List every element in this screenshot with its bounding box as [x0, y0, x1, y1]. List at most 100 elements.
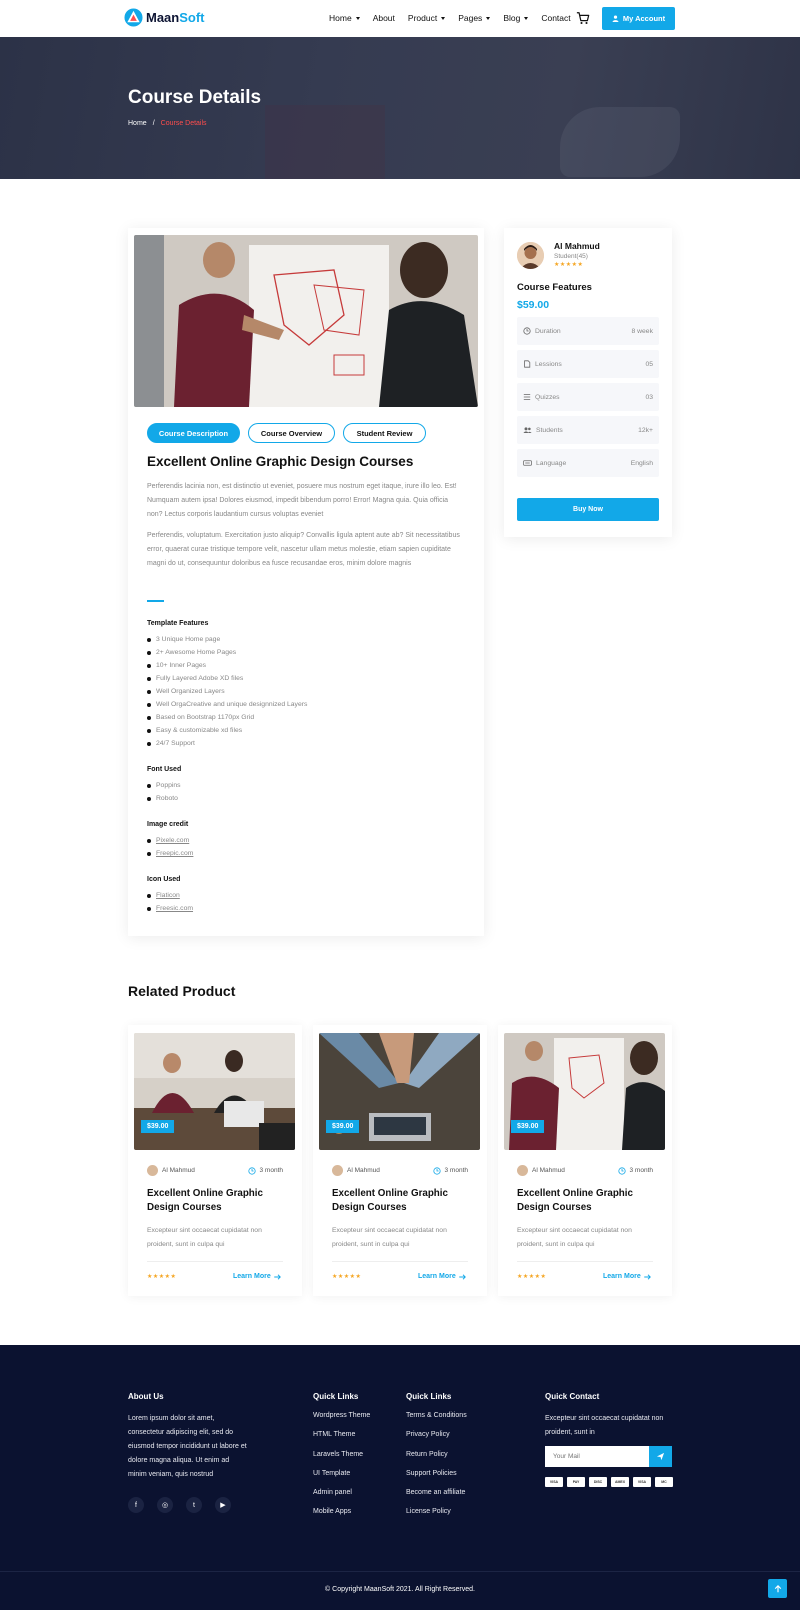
- arrow-right-icon: [643, 1273, 651, 1280]
- nav-pages[interactable]: Pages: [458, 13, 490, 23]
- icon-used-heading: Icon Used: [147, 876, 181, 883]
- footer-links-title: Quick Links: [406, 1392, 452, 1401]
- credit-link[interactable]: Freepic.com: [156, 850, 193, 857]
- footer-link[interactable]: Admin panel: [313, 1489, 370, 1508]
- credit-link[interactable]: Flaticon: [156, 892, 180, 899]
- list-item: 2+ Awesome Home Pages: [147, 646, 307, 659]
- footer-link[interactable]: Become an affiliate: [406, 1489, 467, 1508]
- avatar: [517, 1165, 528, 1176]
- feature-value: 12k+: [638, 426, 653, 434]
- course-features-title: Course Features: [517, 282, 592, 293]
- learn-more-link[interactable]: Learn More: [603, 1273, 652, 1280]
- divider: [332, 1261, 468, 1262]
- user-icon: [612, 15, 619, 22]
- payment-icon: VISA: [633, 1477, 651, 1487]
- related-course-title[interactable]: Excellent Online Graphic Design Courses: [517, 1187, 657, 1215]
- breadcrumb: Home / Course Details: [128, 120, 207, 127]
- my-account-button[interactable]: My Account: [602, 7, 675, 30]
- payment-icon: PAY: [567, 1477, 585, 1487]
- avatar: [147, 1165, 158, 1176]
- payment-methods: VISA PAY DISC AMEX VISA MC: [545, 1477, 673, 1487]
- credit-link[interactable]: Pixele.com: [156, 837, 189, 844]
- nav-about[interactable]: About: [373, 13, 395, 23]
- course-image: [134, 235, 478, 407]
- list-item[interactable]: Pixele.com: [147, 834, 193, 847]
- related-meta: Al Mahmud 3 month: [517, 1165, 653, 1176]
- footer-contact-title: Quick Contact: [545, 1392, 600, 1401]
- list-item: 24/7 Support: [147, 737, 307, 750]
- footer-link[interactable]: Privacy Policy: [406, 1431, 467, 1450]
- nav-blog[interactable]: Blog: [503, 13, 528, 23]
- footer-link[interactable]: UI Template: [313, 1470, 370, 1489]
- footer-divider: [0, 1571, 800, 1572]
- feature-row-language: Language English: [517, 449, 659, 477]
- learn-more-link[interactable]: Learn More: [418, 1273, 467, 1280]
- list-item[interactable]: Freepic.com: [147, 847, 193, 860]
- nav-home[interactable]: Home: [329, 13, 360, 23]
- cart-icon[interactable]: [576, 11, 590, 25]
- related-course-desc: Excepteur sint occaecat cupidatat non pr…: [147, 1227, 262, 1248]
- footer-link[interactable]: Support Policies: [406, 1470, 467, 1489]
- learn-more-label: Learn More: [233, 1273, 271, 1280]
- footer-link[interactable]: Return Policy: [406, 1451, 467, 1470]
- related-card[interactable]: $39.00 Al Mahmud 3 month Excellent Onlin…: [128, 1025, 302, 1296]
- related-course-desc: Excepteur sint occaecat cupidatat non pr…: [517, 1227, 632, 1248]
- feature-row-lessions: Lessions 05: [517, 350, 659, 378]
- font-used-list: Poppins Roboto: [147, 779, 181, 805]
- tab-student-review[interactable]: Student Review: [343, 423, 426, 443]
- page-hero: Course Details Home / Course Details: [0, 37, 800, 179]
- footer-link[interactable]: Mobile Apps: [313, 1508, 370, 1527]
- related-card[interactable]: $39.00 Al Mahmud 3 month Excellent Onlin…: [498, 1025, 672, 1296]
- list-item: Roboto: [147, 792, 181, 805]
- youtube-icon[interactable]: ▶: [215, 1497, 231, 1513]
- tab-course-description[interactable]: Course Description: [147, 423, 240, 443]
- section-divider: [147, 600, 164, 602]
- list-item[interactable]: Freesic.com: [147, 902, 193, 915]
- buy-now-button[interactable]: Buy Now: [517, 498, 659, 521]
- related-course-title[interactable]: Excellent Online Graphic Design Courses: [147, 1187, 287, 1215]
- copyright: © Copyright MaanSoft 2021. All Right Res…: [325, 1586, 475, 1593]
- related-card[interactable]: $39.00 Al Mahmud 3 month Excellent Onlin…: [313, 1025, 487, 1296]
- breadcrumb-separator: /: [152, 120, 155, 127]
- breadcrumb-home[interactable]: Home: [128, 120, 147, 127]
- tab-course-overview[interactable]: Course Overview: [248, 423, 335, 443]
- nav-product[interactable]: Product: [408, 13, 445, 23]
- rating-stars: ★★★★★: [147, 1274, 177, 1280]
- feature-label: Quizzes: [535, 393, 560, 401]
- logo-icon: [124, 8, 143, 27]
- instructor-name: Al Mahmud: [554, 241, 600, 251]
- list-item: Poppins: [147, 779, 181, 792]
- send-button[interactable]: [649, 1446, 672, 1467]
- twitter-icon[interactable]: t: [186, 1497, 202, 1513]
- avatar: [517, 242, 544, 269]
- footer-links-list: Wordpress Theme HTML Theme Laravels Them…: [313, 1412, 370, 1528]
- list-item[interactable]: Flaticon: [147, 889, 193, 902]
- footer-link[interactable]: License Policy: [406, 1508, 467, 1527]
- main-nav: Home About Product Pages Blog Contact: [329, 13, 571, 23]
- email-field[interactable]: [545, 1446, 649, 1467]
- logo[interactable]: MaanSoft: [124, 8, 205, 27]
- footer-link[interactable]: HTML Theme: [313, 1431, 370, 1450]
- related-course-title[interactable]: Excellent Online Graphic Design Courses: [332, 1187, 472, 1215]
- related-price: $39.00: [141, 1120, 175, 1133]
- divider: [147, 1261, 283, 1262]
- course-duration: 3 month: [629, 1167, 654, 1174]
- nav-contact[interactable]: Contact: [541, 13, 570, 23]
- learn-more-link[interactable]: Learn More: [233, 1273, 282, 1280]
- clock-icon: [432, 1166, 441, 1175]
- footer-link[interactable]: Laravels Theme: [313, 1451, 370, 1470]
- related-price: $39.00: [511, 1120, 545, 1133]
- payment-icon: MC: [655, 1477, 673, 1487]
- newsletter-form: [545, 1446, 672, 1467]
- footer-link[interactable]: Wordpress Theme: [313, 1412, 370, 1431]
- footer-link[interactable]: Terms & Conditions: [406, 1412, 467, 1431]
- back-to-top-button[interactable]: [768, 1579, 787, 1598]
- instagram-icon[interactable]: ◎: [157, 1497, 173, 1513]
- feature-row-duration: Duration 8 week: [517, 317, 659, 345]
- list-item: Well OrgaCreative and unique designnized…: [147, 698, 307, 711]
- facebook-icon[interactable]: f: [128, 1497, 144, 1513]
- credit-link[interactable]: Freesic.com: [156, 905, 193, 912]
- avatar: [332, 1165, 343, 1176]
- language-icon: [523, 460, 532, 466]
- page-title: Course Details: [128, 87, 262, 108]
